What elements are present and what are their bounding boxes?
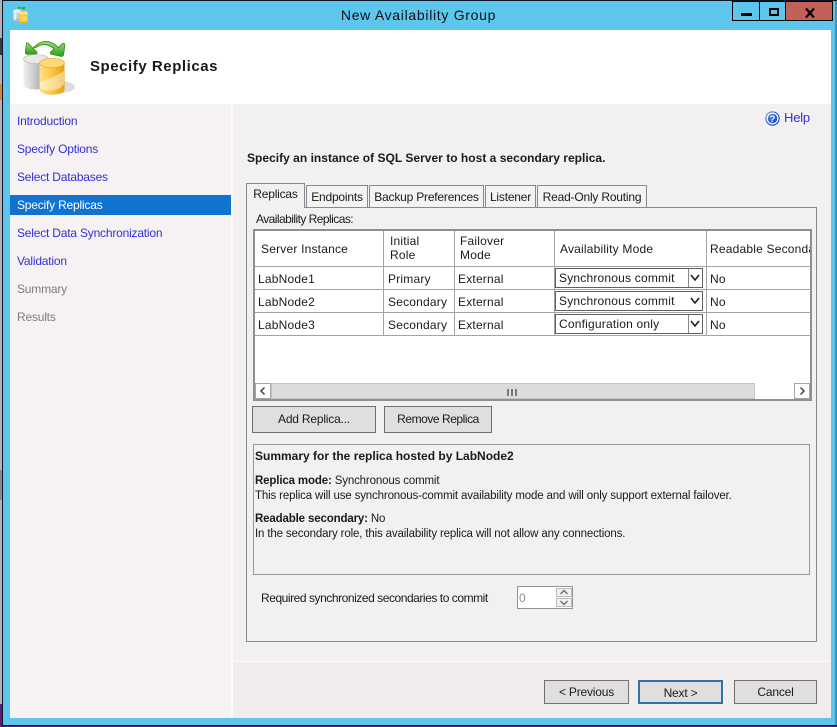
svg-text:?: ? (769, 114, 775, 125)
